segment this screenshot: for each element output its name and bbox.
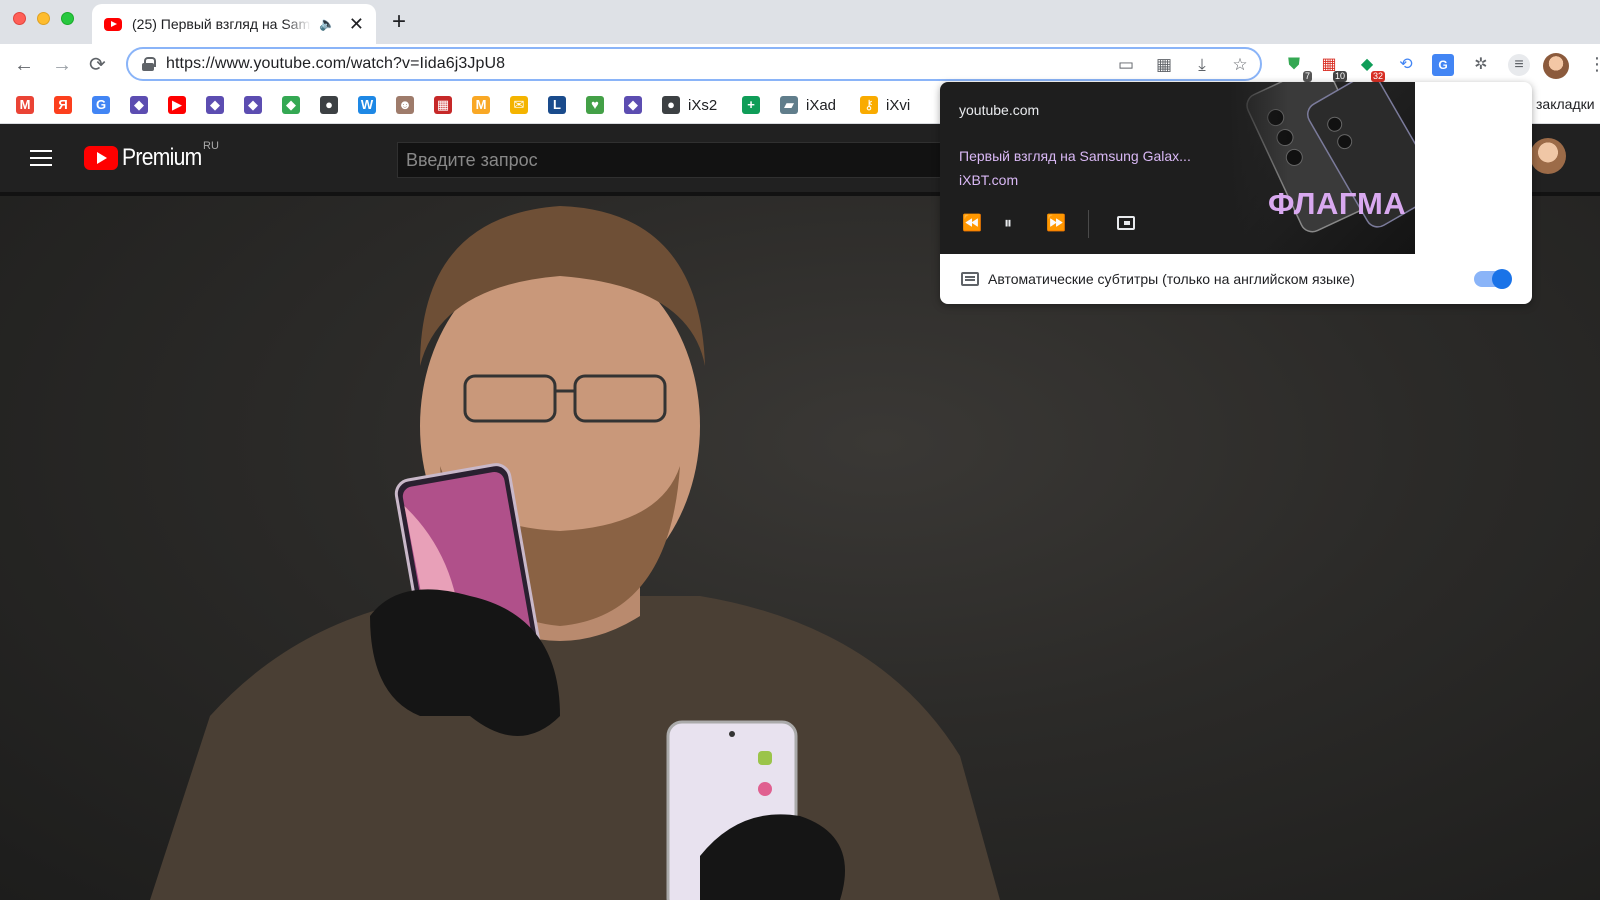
media-control-icon[interactable]: ≡ <box>1508 54 1530 76</box>
bookmark-item[interactable]: ● iXs2 <box>662 95 717 115</box>
bookmark-yellow-icon: M <box>472 96 490 114</box>
lock-icon[interactable] <box>142 57 156 71</box>
mail-icon: ✉ <box>510 96 528 114</box>
forward-button[interactable]: → <box>52 53 72 77</box>
install-icon[interactable]: ⤓ <box>1192 55 1212 75</box>
bookmark-diamond-icon: ◆ <box>624 96 642 114</box>
pause-button[interactable]: ⏸ <box>1004 214 1012 234</box>
new-tab-button[interactable]: + <box>392 10 406 34</box>
bookmark-item[interactable]: ▶ <box>168 95 194 115</box>
bookmark-item[interactable]: ◆ <box>130 95 156 115</box>
sheets-icon: + <box>742 96 760 114</box>
address-bar[interactable]: https://www.youtube.com/watch?v=Iida6j3J… <box>126 47 1262 81</box>
bookmark-label: iXad <box>806 96 837 114</box>
star-bookmark-icon[interactable]: ☆ <box>1230 55 1250 75</box>
hamburger-menu-icon[interactable] <box>30 150 52 166</box>
bookmark-item[interactable]: L <box>548 95 574 115</box>
cast-icon[interactable]: ▭ <box>1116 55 1136 75</box>
bookmark-item[interactable]: ♥ <box>586 95 612 115</box>
browser-toolbar: ← → ⟳ https://www.youtube.com/watch?v=Ii… <box>0 44 1600 86</box>
key-icon: ⚷ <box>860 96 878 114</box>
shield-extension-icon[interactable]: ⛊ 7 <box>1283 54 1312 82</box>
media-artist: iXBT.com <box>959 172 1019 188</box>
bookmark-diamond-icon: ◆ <box>206 96 224 114</box>
captions-icon <box>961 272 979 286</box>
youtube-favicon-icon <box>104 17 122 31</box>
bookmark-item[interactable]: ◆ <box>206 95 232 115</box>
bookmark-item[interactable]: ✉ <box>510 95 536 115</box>
youtube-icon: ▶ <box>168 96 186 114</box>
bookmark-item[interactable]: ● <box>320 95 346 115</box>
fast-forward-button[interactable]: ⏩ <box>1046 214 1066 234</box>
youtube-logo-icon[interactable] <box>84 146 118 170</box>
profile-avatar[interactable] <box>1543 53 1569 79</box>
bookmark-item[interactable]: ◆ <box>282 95 308 115</box>
globe-icon: ● <box>662 96 680 114</box>
bookmark-item[interactable]: ☻ <box>396 95 422 115</box>
calendar-extension-icon[interactable]: ▦ 10 <box>1318 54 1347 82</box>
reload-button[interactable]: ⟳ <box>89 53 106 77</box>
google-translate-extension-icon[interactable]: G <box>1432 54 1454 76</box>
bookmark-item[interactable]: M <box>472 95 498 115</box>
bookmark-diamond-icon: ◆ <box>244 96 262 114</box>
media-artwork: ФЛАГМА <box>1228 82 1415 254</box>
artwork-text: ФЛАГМА <box>1268 186 1407 221</box>
controls-divider <box>1088 210 1089 238</box>
bookmark-item[interactable]: ◆ <box>244 95 270 115</box>
bookmark-item[interactable]: M <box>16 95 42 115</box>
close-window-button[interactable] <box>13 12 26 25</box>
minimize-window-button[interactable] <box>37 12 50 25</box>
media-controls-popup: ФЛАГМА youtube.com Первый взгляд на Sams… <box>940 82 1532 304</box>
google-icon: G <box>92 96 110 114</box>
translate-page-extension-icon[interactable]: ⟲ <box>1395 54 1417 76</box>
bookmark-green-heart-icon: ♥ <box>586 96 604 114</box>
feedly-extension-icon[interactable]: ◆ 32 <box>1356 54 1385 82</box>
bookmark-item[interactable]: Я <box>54 95 80 115</box>
maximize-window-button[interactable] <box>61 12 74 25</box>
bookmark-item[interactable]: ▰ iXad <box>780 95 836 115</box>
youtube-region: RU <box>203 140 219 152</box>
bookmark-label: iXs2 <box>688 96 718 114</box>
tab-strip: (25) Первый взгляд на Samsung Galaxy S21… <box>0 0 1600 44</box>
bookmark-item[interactable]: ▦ <box>434 95 460 115</box>
bookmark-item[interactable]: ⚷ iXvi <box>860 95 910 115</box>
avatar-icon: ☻ <box>396 96 414 114</box>
bookmark-l-icon: L <box>548 96 566 114</box>
back-button[interactable]: ← <box>14 53 34 77</box>
tab-title: (25) Первый взгляд на Samsung Galaxy S21 <box>132 16 311 32</box>
bookmark-blue-icon: W <box>358 96 376 114</box>
address-url[interactable]: https://www.youtube.com/watch?v=Iida6j3J… <box>166 55 505 73</box>
bookmark-green-icon: ◆ <box>282 96 300 114</box>
media-title: Первый взгляд на Samsung Galax... <box>959 148 1191 164</box>
bookmark-label: iXvi <box>886 96 911 114</box>
bookmark-item[interactable]: W <box>358 95 384 115</box>
live-caption-row[interactable]: Автоматические субтитры (только на англи… <box>940 254 1532 304</box>
live-caption-toggle[interactable] <box>1474 269 1512 289</box>
calendar-icon: ▦ <box>434 96 452 114</box>
browser-menu-button[interactable]: ⋮ <box>1588 54 1600 75</box>
media-source-site: youtube.com <box>959 102 1040 118</box>
bookmark-item[interactable]: G <box>92 95 118 115</box>
youtube-brand[interactable]: Premium <box>122 144 202 172</box>
bookmark-item[interactable]: + <box>742 95 768 115</box>
picture-in-picture-icon[interactable] <box>1117 216 1135 230</box>
close-tab-icon[interactable]: ✕ <box>349 15 364 33</box>
gmail-icon: M <box>16 96 34 114</box>
puzzle-extensions-icon[interactable]: ✲ <box>1470 54 1492 76</box>
globe-icon: ● <box>320 96 338 114</box>
media-card[interactable]: ФЛАГМА youtube.com Первый взгляд на Sams… <box>940 82 1415 254</box>
live-caption-label: Автоматические субтитры (только на англи… <box>988 271 1355 287</box>
card-icon: ▰ <box>780 96 798 114</box>
youtube-search-input[interactable]: Введите запрос <box>397 142 957 178</box>
browser-tab-youtube[interactable]: (25) Первый взгляд на Samsung Galaxy S21… <box>92 4 376 44</box>
bookmark-item[interactable]: ◆ <box>624 95 650 115</box>
speaker-icon[interactable]: 🔈 <box>319 16 337 32</box>
bookmark-diamond-icon: ◆ <box>130 96 148 114</box>
youtube-account-avatar[interactable] <box>1530 138 1566 174</box>
qr-code-icon[interactable]: ▦ <box>1154 55 1174 75</box>
other-bookmarks[interactable]: закладки <box>1536 96 1595 112</box>
rewind-button[interactable]: ⏪ <box>962 214 982 234</box>
yandex-icon: Я <box>54 96 72 114</box>
